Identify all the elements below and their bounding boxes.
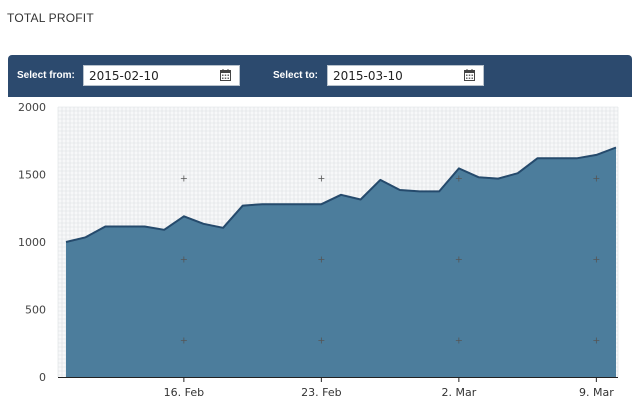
data-point[interactable] xyxy=(142,224,148,230)
from-date-input[interactable] xyxy=(84,66,209,85)
data-point[interactable] xyxy=(534,155,540,161)
data-point[interactable] xyxy=(161,227,167,233)
data-point[interactable] xyxy=(181,213,187,219)
y-tick-label: 0 xyxy=(39,371,46,384)
profit-area-chart[interactable]: 0 500 1000 1500 2000 16. Feb 23. Feb 2. Mar 9. M… xyxy=(8,97,632,410)
to-date-field[interactable] xyxy=(327,65,484,86)
data-point[interactable] xyxy=(122,224,128,230)
data-point[interactable] xyxy=(279,201,285,207)
data-point[interactable] xyxy=(377,177,383,183)
data-point[interactable] xyxy=(240,203,246,209)
data-point[interactable] xyxy=(338,192,344,198)
data-point[interactable] xyxy=(417,188,423,194)
y-tick-label: 1500 xyxy=(18,169,46,182)
data-point[interactable] xyxy=(318,201,324,207)
data-point[interactable] xyxy=(515,170,521,176)
data-point[interactable] xyxy=(83,234,89,240)
data-point[interactable] xyxy=(63,239,69,245)
data-point[interactable] xyxy=(201,221,207,227)
data-point[interactable] xyxy=(397,187,403,193)
page-title: TOTAL PROFIT xyxy=(7,11,94,25)
data-point[interactable] xyxy=(220,225,226,231)
calendar-icon[interactable] xyxy=(220,69,231,81)
date-filter-bar: Select from: Select to: xyxy=(8,55,632,97)
data-point[interactable] xyxy=(495,176,501,182)
data-point[interactable] xyxy=(613,145,619,151)
data-point[interactable] xyxy=(456,165,462,171)
y-tick-label: 2000 xyxy=(18,101,46,114)
x-tick-label: 9. Mar xyxy=(579,386,614,399)
y-tick-label: 1000 xyxy=(18,236,46,249)
x-tick-label: 23. Feb xyxy=(301,386,341,399)
data-point[interactable] xyxy=(593,152,599,158)
data-point[interactable] xyxy=(574,155,580,161)
to-label: Select to: xyxy=(273,70,319,81)
data-point[interactable] xyxy=(299,201,305,207)
y-tick-label: 500 xyxy=(25,304,46,317)
data-point[interactable] xyxy=(436,188,442,194)
x-tick-label: 2. Mar xyxy=(441,386,476,399)
from-label: Select from: xyxy=(17,70,75,81)
from-date-field[interactable] xyxy=(83,65,240,86)
data-point[interactable] xyxy=(476,174,482,180)
calendar-icon[interactable] xyxy=(464,69,475,81)
data-point[interactable] xyxy=(554,155,560,161)
data-point[interactable] xyxy=(358,197,364,203)
data-point[interactable] xyxy=(259,201,265,207)
x-tick-label: 16. Feb xyxy=(164,386,204,399)
profit-chart-container: 0 500 1000 1500 2000 16. Feb 23. Feb 2. Mar 9. M… xyxy=(8,97,632,410)
to-date-input[interactable] xyxy=(328,66,453,85)
data-point[interactable] xyxy=(102,224,108,230)
